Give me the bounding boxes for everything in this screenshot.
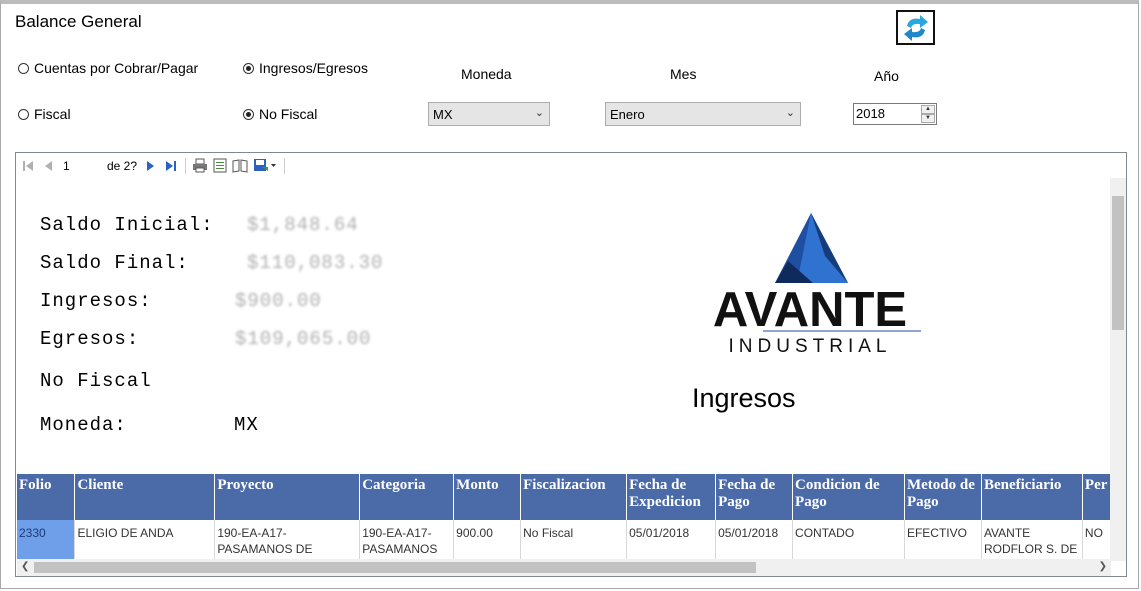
moneda-select-value: MX <box>433 107 453 122</box>
saldo-final-value: $110,083.30 <box>247 252 384 274</box>
table-cell[interactable]: 190-EA-A17-PASAMANOS <box>359 520 455 561</box>
saldo-final-label: Saldo Final: <box>40 252 189 274</box>
table-header-row: Folio Cliente Proyecto Categoria Monto F… <box>17 474 1111 520</box>
table-cell[interactable]: 05/01/2018 <box>626 520 717 561</box>
table-cell[interactable]: ELIGIO DE ANDA <box>74 520 216 561</box>
print-layout-icon[interactable] <box>212 158 228 174</box>
section-title: Ingresos <box>692 383 796 413</box>
radio-ingresos-egresos-label: Ingresos/Egresos <box>259 60 368 76</box>
column-header[interactable]: Fiscalizacion <box>520 474 628 520</box>
horizontal-scrollbar[interactable]: ❮ ❯ <box>17 559 1111 576</box>
chevron-down-icon: ⌄ <box>534 107 544 119</box>
mes-select[interactable]: Enero ⌄ <box>605 102 801 126</box>
window-title: Balance General <box>15 12 142 31</box>
page-count-label: de 2? <box>107 158 138 173</box>
column-header[interactable]: Condicion de Pago <box>792 474 905 520</box>
table-cell[interactable]: NO <box>1082 520 1111 561</box>
print-icon[interactable] <box>192 158 208 174</box>
radio-fiscal-indicator <box>18 108 29 120</box>
report-toolbar: de 2? <box>16 153 1126 178</box>
table-cell[interactable]: 900.00 <box>453 520 522 561</box>
table-cell[interactable]: 2330 <box>17 520 76 561</box>
moneda-label: Moneda <box>461 66 512 82</box>
toolbar-separator <box>284 157 286 174</box>
radio-cuentas-label: Cuentas por Cobrar/Pagar <box>34 60 199 76</box>
toolbar-separator <box>185 157 187 174</box>
column-header[interactable]: Categoria <box>359 474 455 520</box>
refresh-icon <box>903 14 928 41</box>
table-cell[interactable]: 05/01/2018 <box>715 520 794 561</box>
logo-sub-text: INDUSTRIAL <box>729 336 892 356</box>
anio-stepper[interactable]: 2018 ▲ ▼ <box>853 103 937 125</box>
page-setup-icon[interactable] <box>232 158 248 174</box>
egresos-label: Egresos: <box>40 328 140 350</box>
stepper-up-icon[interactable]: ▲ <box>921 105 935 114</box>
table-cell[interactable]: AVANTE RODFLOR S. DE <box>981 520 1083 561</box>
anio-label: Año <box>874 68 899 84</box>
column-header[interactable]: Folio <box>17 474 76 520</box>
egresos-value: $109,065.00 <box>235 328 372 350</box>
column-header[interactable]: Metodo de Pago <box>904 474 982 520</box>
radio-fiscal-label: Fiscal <box>34 106 71 122</box>
saldo-inicial-label: Saldo Inicial: <box>40 214 214 236</box>
anio-stepper-value: 2018 <box>856 106 885 121</box>
next-page-icon[interactable] <box>143 158 159 174</box>
report-viewer: de 2? Saldo Inicial: $1,848.64 Saldo Fin… <box>15 152 1127 577</box>
column-header[interactable]: Proyecto <box>214 474 361 520</box>
moneda-report-value: MX <box>234 414 259 436</box>
scroll-left-icon[interactable]: ❮ <box>21 561 29 572</box>
moneda-report-label: Moneda: <box>40 414 127 436</box>
radio-no-fiscal[interactable]: No Fiscal <box>243 106 317 122</box>
report-page: Saldo Inicial: $1,848.64 Saldo Final: $1… <box>17 178 1111 561</box>
column-header[interactable]: Fecha de Expedicion <box>626 474 717 520</box>
radio-cuentas-indicator <box>18 62 29 74</box>
avante-logo: AVANTE INDUSTRIAL <box>693 211 928 361</box>
table-cell[interactable]: 190-EA-A17-PASAMANOS DE <box>214 520 361 561</box>
radio-no-fiscal-indicator <box>243 108 254 120</box>
column-header[interactable]: Cliente <box>74 474 216 520</box>
radio-ingresos-egresos[interactable]: Ingresos/Egresos <box>243 60 368 76</box>
refresh-button[interactable] <box>896 10 935 45</box>
scroll-right-icon[interactable]: ❯ <box>1099 561 1107 572</box>
ingresos-label: Ingresos: <box>40 290 152 312</box>
vertical-scroll-thumb[interactable] <box>1112 196 1124 330</box>
previous-page-icon[interactable] <box>40 158 56 174</box>
column-header[interactable]: Beneficiario <box>981 474 1083 520</box>
stepper-down-icon[interactable]: ▼ <box>921 114 935 123</box>
fiscal-mode-text: No Fiscal <box>40 370 152 392</box>
vertical-scrollbar[interactable] <box>1110 178 1126 561</box>
page-number-input[interactable] <box>60 154 103 177</box>
export-icon[interactable] <box>252 158 278 174</box>
logo-main-text: AVANTE <box>713 283 907 337</box>
table-cell[interactable]: No Fiscal <box>520 520 628 561</box>
table-row[interactable]: 2330 ELIGIO DE ANDA 190-EA-A17-PASAMANOS… <box>17 520 1111 561</box>
first-page-icon[interactable] <box>20 158 36 174</box>
ingresos-value: $900.00 <box>235 290 322 312</box>
table-cell[interactable]: EFECTIVO <box>904 520 982 561</box>
column-header[interactable]: Fecha de Pago <box>715 474 794 520</box>
table-cell[interactable]: CONTADO <box>792 520 905 561</box>
chevron-down-icon: ⌄ <box>785 107 795 119</box>
radio-ingresos-egresos-indicator <box>243 62 254 74</box>
moneda-select[interactable]: MX ⌄ <box>428 102 550 126</box>
radio-fiscal[interactable]: Fiscal <box>18 106 71 122</box>
column-header[interactable]: Monto <box>453 474 522 520</box>
horizontal-scroll-thumb[interactable] <box>34 562 756 573</box>
column-header[interactable]: Per <box>1082 474 1111 520</box>
radio-cuentas[interactable]: Cuentas por Cobrar/Pagar <box>18 60 198 76</box>
saldo-inicial-value: $1,848.64 <box>247 214 359 236</box>
radio-no-fiscal-label: No Fiscal <box>259 106 318 122</box>
mes-select-value: Enero <box>610 107 645 122</box>
last-page-icon[interactable] <box>163 158 179 174</box>
ingresos-table: Folio Cliente Proyecto Categoria Monto F… <box>17 474 1111 561</box>
mes-label: Mes <box>670 66 697 82</box>
